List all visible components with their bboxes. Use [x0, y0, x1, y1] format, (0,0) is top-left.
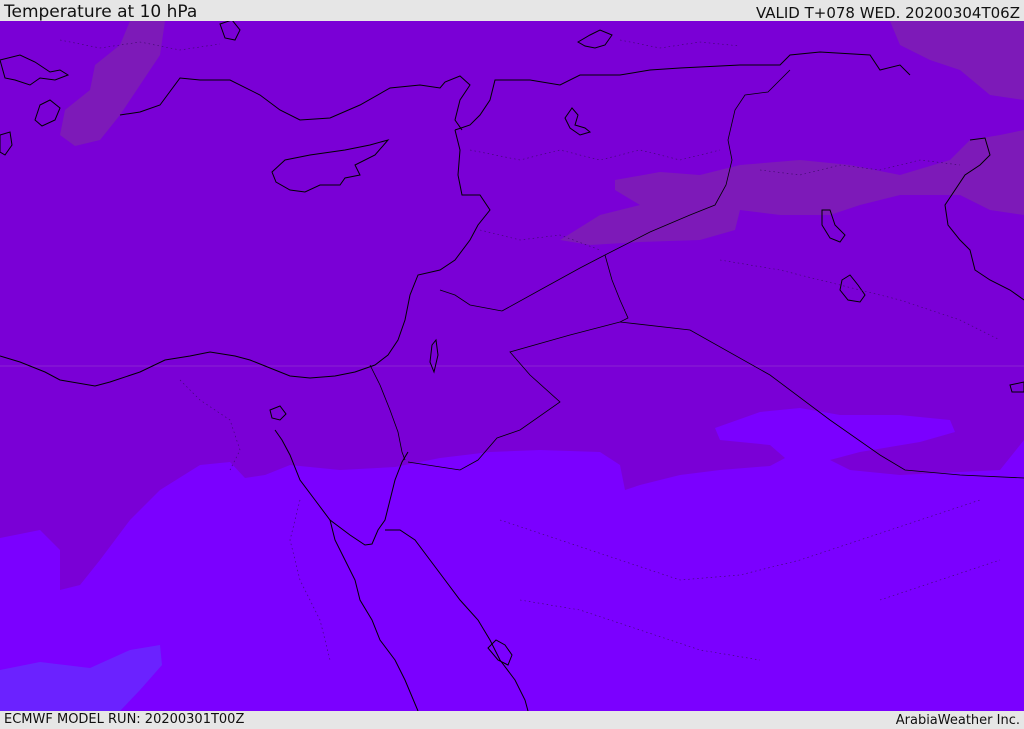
- model-run: ECMWF MODEL RUN: 20200301T00Z: [4, 712, 245, 727]
- credit-label: ArabiaWeather Inc.: [895, 713, 1020, 728]
- map-title: Temperature at 10 hPa: [4, 2, 198, 22]
- valid-time: VALID T+078 WED. 20200304T06Z: [755, 4, 1020, 22]
- header-bar: Temperature at 10 hPa VALID T+078 WED. 2…: [0, 0, 1024, 21]
- footer-bar: ECMWF MODEL RUN: 20200301T00Z ArabiaWeat…: [0, 711, 1024, 729]
- weather-map[interactable]: [0, 21, 1024, 711]
